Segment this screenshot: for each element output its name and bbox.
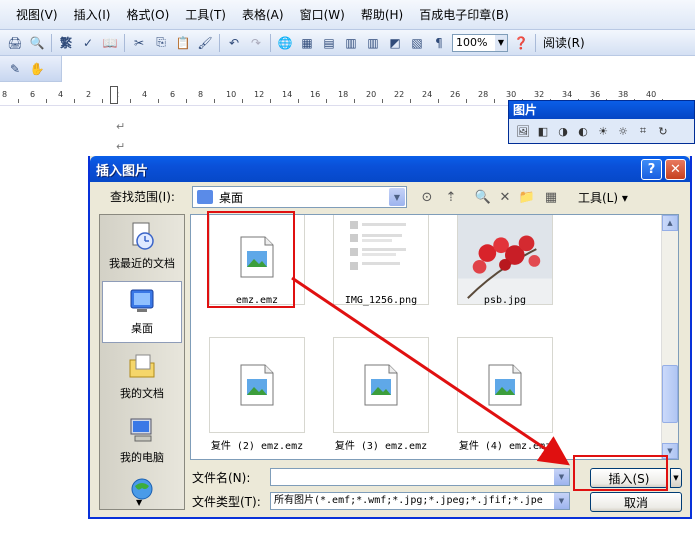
annotation-arrow [291,276,570,466]
